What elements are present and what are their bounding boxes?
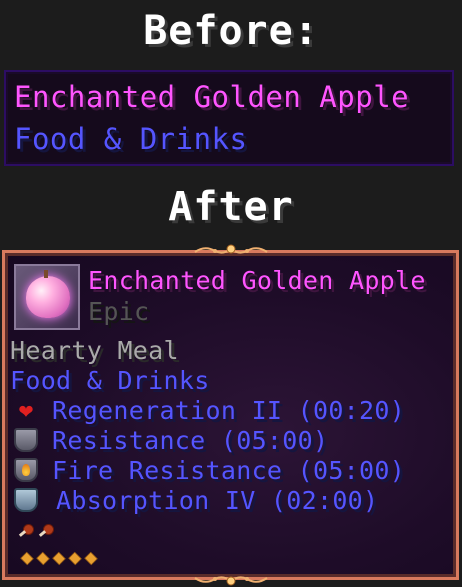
after-item-name: Enchanted Golden Apple [88,266,426,295]
before-item-name: Enchanted Golden Apple [14,80,410,114]
saturation-icon [82,551,98,566]
rarity-label: Epic [88,297,150,326]
saturation-icon [18,551,34,566]
saturation-icon [50,551,66,566]
item-description: Hearty Meal [10,336,179,365]
heart-icon: ❤ [18,396,34,424]
before-category: Food & Drinks [14,122,248,156]
before-heading: Before: [143,8,319,54]
saturation-icon [66,551,82,566]
hunger-drumstick-icon [18,524,34,538]
top-ornament-icon [194,244,268,254]
fire-resistance-icon [14,458,38,482]
hunger-drumstick-icon [38,524,54,538]
effect-regeneration: Regeneration II (00:20) [52,396,406,425]
apple-stem [44,270,48,278]
effect-fire-resistance: Fire Resistance (05:00) [52,456,406,485]
effect-absorption: Absorption IV (02:00) [56,486,379,515]
absorption-shield-icon [14,488,38,512]
resistance-shield-icon [14,428,38,452]
effect-resistance: Resistance (05:00) [52,426,329,455]
item-icon-frame [14,264,80,330]
after-category: Food & Drinks [10,366,210,395]
saturation-icon [34,551,50,566]
after-heading: After [168,184,294,230]
before-tooltip: Enchanted Golden Apple Food & Drinks [4,70,454,166]
enchanted-golden-apple-icon [26,276,70,318]
